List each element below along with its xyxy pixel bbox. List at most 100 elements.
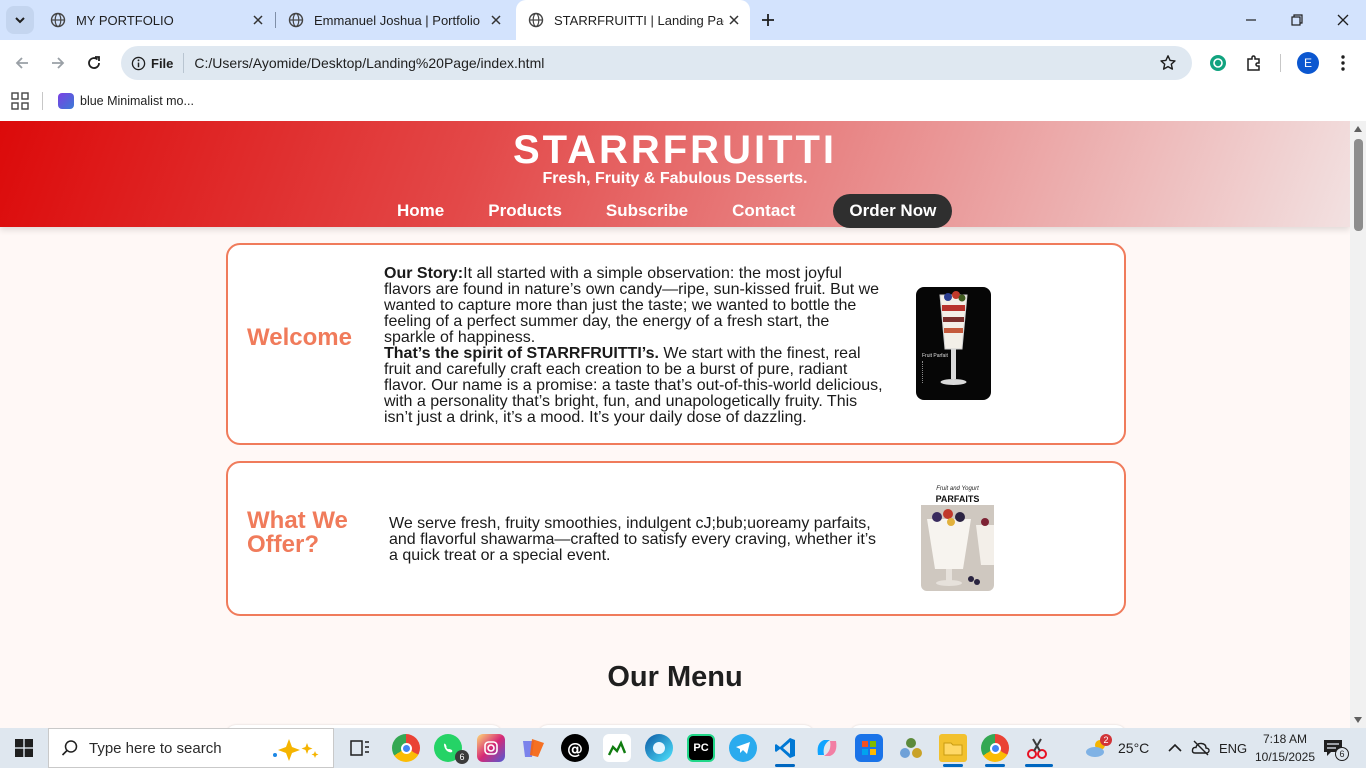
scissors-glyph: [1027, 738, 1047, 759]
chatgpt-extension-button[interactable]: [1206, 51, 1230, 75]
file-explorer-icon[interactable]: [939, 734, 967, 762]
close-tab-icon[interactable]: [486, 10, 506, 30]
close-tab-icon[interactable]: [724, 10, 744, 30]
apps-grid-icon[interactable]: [11, 92, 29, 110]
reload-button[interactable]: [80, 49, 108, 77]
address-bar[interactable]: File C:/Users/Ayomide/Desktop/Landing%20…: [121, 46, 1192, 80]
new-tab-button[interactable]: [756, 8, 780, 32]
search-placeholder: Type here to search: [89, 739, 222, 757]
taskbar-search-box[interactable]: Type here to search: [48, 728, 334, 768]
threads-icon[interactable]: @: [561, 734, 589, 762]
vscode-glyph: [775, 738, 795, 758]
clock-time: 7:18 AM: [1262, 732, 1308, 746]
close-tab-icon[interactable]: [248, 10, 268, 30]
language-indicator[interactable]: ENG: [1219, 728, 1247, 768]
nav-subscribe[interactable]: Subscribe: [584, 201, 710, 221]
show-hidden-icons-button[interactable]: [1168, 728, 1182, 768]
teams-icon[interactable]: [519, 734, 547, 762]
stocks-app-icon[interactable]: [603, 734, 631, 762]
task-view-button[interactable]: [346, 734, 374, 762]
bookmark-item[interactable]: blue Minimalist mo...: [58, 90, 194, 112]
story-label: Our Story:: [384, 265, 464, 282]
pc-glyph: PC: [693, 742, 709, 754]
vscode-icon[interactable]: [771, 734, 799, 762]
spirit-line: We start with the finest, real: [658, 345, 861, 362]
page-scrollbar[interactable]: [1350, 121, 1366, 728]
order-now-button[interactable]: Order Now: [833, 193, 953, 228]
clock[interactable]: 7:18 AM 10/15/2025: [1250, 730, 1320, 766]
snipping-tool-icon[interactable]: [1023, 734, 1051, 762]
browser-menu-button[interactable]: [1331, 51, 1355, 75]
network-glyph: [900, 738, 922, 758]
task-view-icon: [350, 740, 369, 756]
windows-icon: [15, 739, 33, 757]
chatgpt-icon: [1210, 55, 1226, 71]
telegram-icon[interactable]: [729, 734, 757, 762]
scroll-up-arrow[interactable]: [1354, 126, 1362, 132]
brand-logo-text[interactable]: STARRFRUITTI: [0, 128, 1350, 173]
site-info-button[interactable]: File: [131, 56, 173, 71]
chart-glyph: [607, 740, 627, 756]
offer-title-line: What We: [247, 507, 348, 534]
star-icon: [1160, 55, 1176, 70]
edge-swirl: [653, 742, 665, 754]
restore-button[interactable]: [1274, 0, 1320, 40]
copilot-sparkle-icon[interactable]: [271, 737, 323, 761]
tab-my-portfolio[interactable]: MY PORTFOLIO: [38, 0, 274, 40]
toolbar-divider: [1280, 54, 1281, 72]
url-text[interactable]: C:/Users/Ayomide/Desktop/Landing%20Page/…: [194, 55, 1156, 71]
onedrive-button[interactable]: [1191, 728, 1211, 768]
scroll-thumb[interactable]: [1354, 139, 1363, 231]
close-icon: [1337, 14, 1349, 26]
profile-avatar[interactable]: E: [1297, 52, 1319, 74]
pycharm-icon[interactable]: PC: [687, 734, 715, 762]
camera-glyph: [484, 741, 498, 755]
parfait-image-heading: PARFAITS: [935, 494, 980, 504]
start-button[interactable]: [0, 728, 48, 768]
nav-products[interactable]: Products: [466, 201, 584, 221]
tab-title: STARRFRUITTI | Landing Page: [554, 12, 724, 28]
scheme-label: File: [151, 55, 174, 71]
minimize-button[interactable]: [1228, 0, 1274, 40]
extensions-button[interactable]: [1242, 51, 1266, 75]
edge-icon[interactable]: [645, 734, 673, 762]
spirit-line: flavor. Our name is a promise: a taste t…: [384, 377, 883, 394]
nav-contact[interactable]: Contact: [710, 201, 817, 221]
network-app-icon[interactable]: [897, 734, 925, 762]
browser-toolbar: File C:/Users/Ayomide/Desktop/Landing%20…: [0, 40, 1366, 86]
chrome-taskbar-icon[interactable]: [392, 734, 420, 762]
offer-card: What We Offer? We serve fresh, fruity sm…: [226, 461, 1126, 616]
recipe-lines: [922, 361, 946, 383]
bookmarks-divider: [42, 92, 43, 110]
welcome-story-text: Our Story:It all started with a simple o…: [384, 266, 894, 426]
folder-glyph: [943, 742, 963, 756]
instagram-icon[interactable]: [477, 734, 505, 762]
tab-emmanuel-portfolio[interactable]: Emmanuel Joshua | Portfolio: [276, 0, 512, 40]
offer-line: and flavorful shawarma—crafted to satisf…: [389, 531, 877, 548]
bookmark-star-button[interactable]: [1156, 51, 1180, 75]
chrome-center: [989, 742, 1001, 754]
site-header: STARRFRUITTI Fresh, Fruity & Fabulous De…: [0, 121, 1350, 228]
copilot-icon[interactable]: [813, 734, 841, 762]
canva-icon: [58, 93, 74, 109]
tab-search-button[interactable]: [6, 6, 34, 34]
offer-title: What We Offer?: [247, 509, 348, 557]
nav-home[interactable]: Home: [375, 201, 466, 221]
chrome-profile-taskbar-icon[interactable]: [981, 734, 1009, 762]
welcome-card: Welcome Our Story:It all started with a …: [226, 243, 1126, 445]
forward-button[interactable]: [44, 49, 72, 77]
scroll-down-arrow[interactable]: [1354, 717, 1362, 723]
microsoft-store-icon[interactable]: [855, 734, 883, 762]
chrome-center: [400, 742, 412, 754]
close-window-button[interactable]: [1320, 0, 1366, 40]
weather-widget[interactable]: 2 25°C: [1084, 728, 1149, 768]
arrow-left-icon: [15, 57, 28, 69]
tab-title: Emmanuel Joshua | Portfolio: [314, 12, 480, 28]
tab-starrfruitti[interactable]: STARRFRUITTI | Landing Page: [516, 0, 750, 40]
search-icon: [61, 740, 78, 756]
page-viewport: STARRFRUITTI Fresh, Fruity & Fabulous De…: [0, 121, 1350, 728]
spirit-line: fruit and carefully craft each creation …: [384, 361, 848, 378]
globe-icon: [528, 12, 544, 28]
back-button[interactable]: [8, 49, 36, 77]
phone-glyph: [444, 743, 453, 753]
